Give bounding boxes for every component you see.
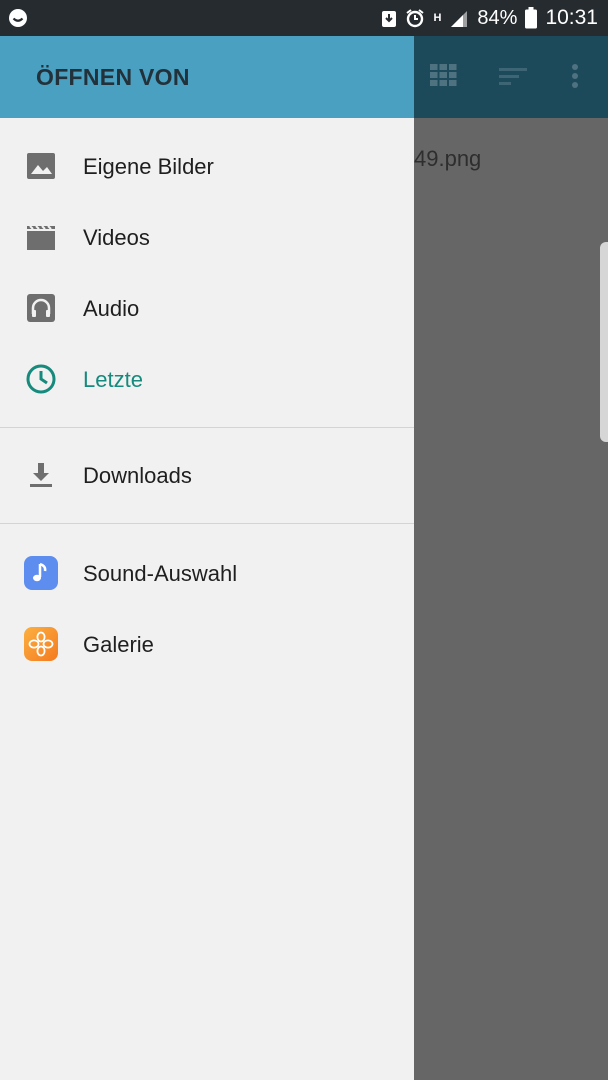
drawer-item-eigene-bilder[interactable]: Eigene Bilder	[0, 131, 414, 202]
drawer-item-videos[interactable]: Videos	[0, 202, 414, 273]
battery-icon	[525, 7, 538, 29]
drawer-item-label: Videos	[83, 224, 150, 250]
drawer-item-label: Galerie	[83, 631, 154, 657]
download-icon	[24, 458, 58, 492]
drawer-item-label: Sound-Auswahl	[83, 560, 238, 586]
status-icons: H 84% 10:31	[381, 0, 598, 36]
drawer-item-galerie[interactable]: Galerie	[0, 609, 414, 680]
clock-time: 10:31	[545, 6, 598, 29]
clock-icon	[24, 362, 58, 396]
smiley-notification-icon	[8, 8, 28, 28]
battery-percent: 84%	[477, 6, 518, 29]
network-type-label: H	[433, 11, 442, 24]
grid-view-icon	[430, 64, 457, 91]
gallery-icon	[24, 627, 58, 661]
drawer-item-label: Downloads	[83, 462, 192, 488]
drawer-item-label: Audio	[83, 295, 140, 321]
drawer-item-sound-auswahl[interactable]: Sound-Auswahl	[0, 538, 414, 609]
drawer-header: ÖFFNEN VON	[0, 36, 414, 118]
drawer-item-audio[interactable]: Audio	[0, 273, 414, 344]
image-icon	[24, 149, 58, 183]
drawer-item-label: Eigene Bilder	[83, 153, 214, 179]
drawer-item-downloads[interactable]: Downloads	[0, 440, 414, 511]
alarm-icon	[405, 8, 425, 28]
download-status-icon	[381, 8, 397, 28]
navigation-drawer: ÖFFNEN VON Eigene Bilder Videos Audio Le…	[0, 36, 414, 1080]
drawer-item-label: Letzte	[83, 366, 143, 392]
sound-picker-icon	[24, 556, 58, 590]
background-file-name: 49.png	[414, 146, 482, 171]
drawer-title: ÖFFNEN VON	[36, 63, 190, 90]
scroll-handle	[600, 242, 608, 442]
video-icon	[24, 220, 58, 254]
signal-icon	[449, 8, 469, 28]
more-options-icon	[571, 64, 579, 93]
sort-icon	[499, 68, 527, 91]
status-bar: H 84% 10:31	[0, 0, 608, 36]
headphones-icon	[24, 291, 58, 325]
drawer-item-letzte[interactable]: Letzte	[0, 344, 414, 415]
